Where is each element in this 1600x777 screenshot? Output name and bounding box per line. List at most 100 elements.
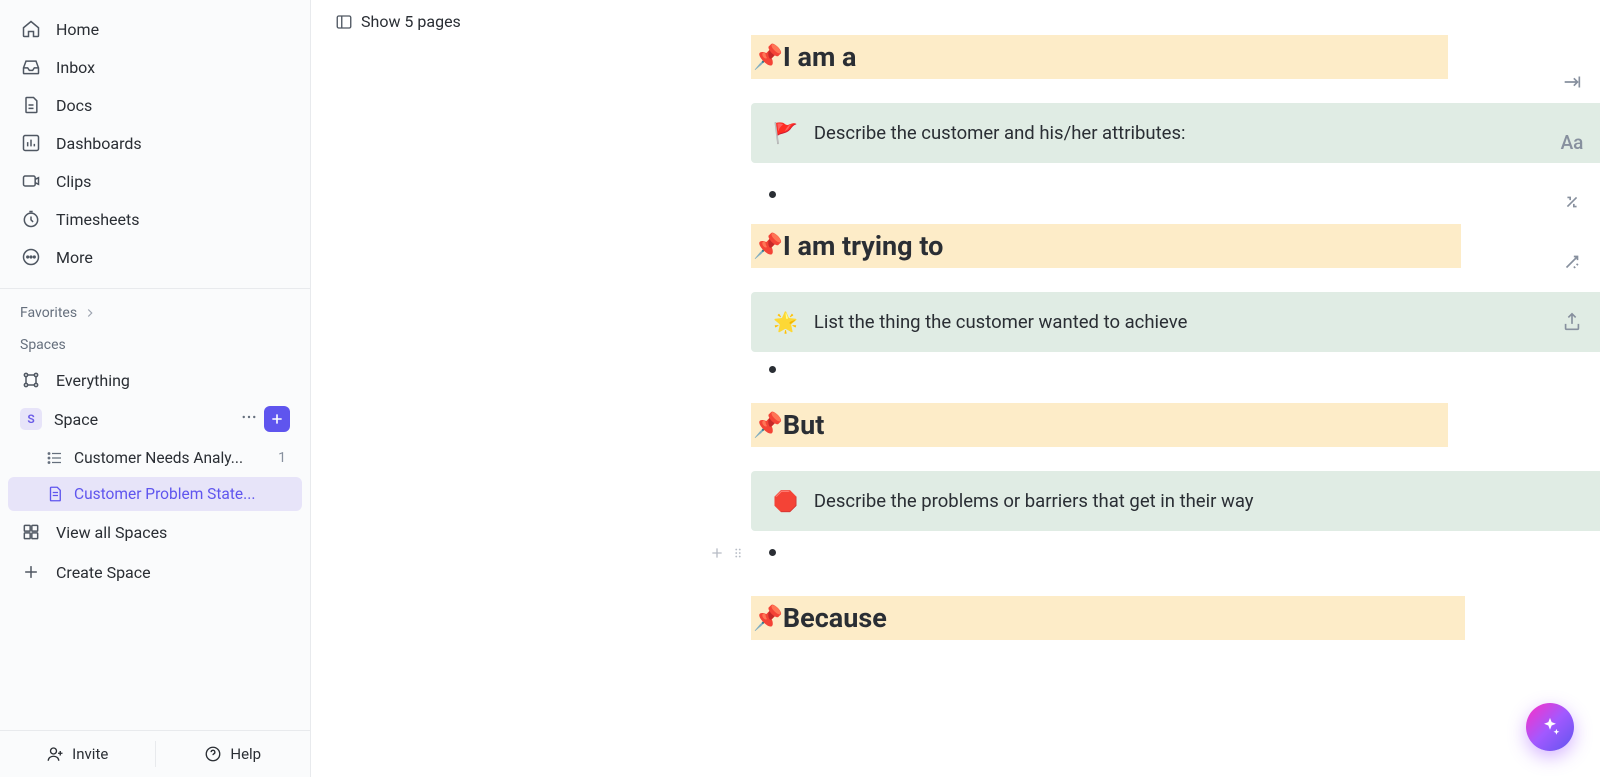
panel-icon — [335, 13, 353, 31]
nav-dashboards[interactable]: Dashboards — [8, 124, 302, 162]
doc-section-but: 📌But 🛑 Describe the problems or barriers… — [751, 403, 1600, 556]
nav-label: Home — [56, 20, 99, 39]
callout[interactable]: 🚩 Describe the customer and his/her attr… — [751, 103, 1600, 163]
doc-section-i-am-a: 📌I am a 🚩 Describe the customer and his/… — [751, 35, 1600, 198]
nav-label: Docs — [56, 96, 92, 115]
heading-text: I am trying to — [783, 230, 943, 262]
help-button[interactable]: Help — [156, 731, 311, 777]
swap-button[interactable] — [1560, 190, 1584, 214]
callout-text: Describe the customer and his/her attrib… — [814, 122, 1186, 144]
heading-text: But — [783, 409, 825, 441]
plus-icon — [20, 561, 42, 583]
space-label: Space — [54, 410, 226, 429]
collapse-button[interactable] — [1560, 70, 1584, 94]
right-rail: Aa — [1560, 70, 1584, 334]
nav-inbox[interactable]: Inbox — [8, 48, 302, 86]
nav-label: Dashboards — [56, 134, 142, 153]
tree-label: View all Spaces — [56, 523, 167, 542]
bullet-dot — [769, 191, 776, 198]
space-more-button[interactable] — [238, 406, 260, 432]
favorites-header[interactable]: Favorites — [0, 297, 310, 329]
user-plus-icon — [46, 745, 64, 763]
magic-button[interactable] — [1560, 250, 1584, 274]
star-icon: 🌟 — [773, 310, 798, 334]
sidebar-item-customer-needs[interactable]: Customer Needs Analy... 1 — [8, 441, 302, 475]
invite-label: Invite — [72, 745, 108, 763]
nav-home[interactable]: Home — [8, 10, 302, 48]
clips-icon — [20, 170, 42, 192]
sidebar-item-everything[interactable]: Everything — [8, 361, 302, 399]
grid-icon — [20, 521, 42, 543]
show-pages-toggle[interactable]: Show 5 pages — [311, 0, 1600, 35]
tree-label: Everything — [56, 371, 130, 390]
doc-section-trying-to: 📌I am trying to 🌟 List the thing the cus… — [751, 224, 1600, 373]
spaces-header[interactable]: Spaces — [0, 329, 310, 361]
tree-label: Create Space — [56, 563, 151, 582]
everything-icon — [20, 369, 42, 391]
sidebar-item-create-space[interactable]: Create Space — [8, 553, 302, 591]
pushpin-icon: 📌 — [753, 411, 783, 439]
add-block-icon[interactable] — [709, 545, 725, 561]
divider — [0, 288, 310, 289]
nav-timesheets[interactable]: Timesheets — [8, 200, 302, 238]
sparkle-icon — [1539, 716, 1561, 738]
space-badge: S — [20, 408, 42, 430]
help-icon — [204, 745, 222, 763]
inbox-icon — [20, 56, 42, 78]
doc-heading[interactable]: 📌I am trying to — [751, 224, 1461, 268]
section-label: Favorites — [20, 305, 77, 321]
doc-section-because: 📌Because — [751, 596, 1600, 640]
doc-icon — [46, 485, 64, 503]
tree-label: Customer Needs Analy... — [74, 449, 268, 467]
invite-button[interactable]: Invite — [0, 731, 155, 777]
pushpin-icon: 📌 — [753, 604, 783, 632]
tree-label: Customer Problem State... — [74, 485, 290, 503]
space-add-button[interactable] — [264, 406, 290, 432]
sidebar-footer: Invite Help — [0, 730, 310, 777]
sidebar: Home Inbox Docs Dashboards Clips Timeshe… — [0, 0, 311, 777]
sidebar-space[interactable]: S Space — [8, 399, 302, 439]
timesheets-icon — [20, 208, 42, 230]
callout[interactable]: 🛑 Describe the problems or barriers that… — [751, 471, 1600, 531]
dashboards-icon — [20, 132, 42, 154]
bullet-dot — [769, 549, 776, 556]
nav-label: More — [56, 248, 93, 267]
sidebar-item-view-all[interactable]: View all Spaces — [8, 513, 302, 551]
drag-handle-icon[interactable] — [731, 546, 745, 560]
stop-icon: 🛑 — [773, 489, 798, 513]
show-pages-label: Show 5 pages — [361, 12, 461, 31]
pushpin-icon: 📌 — [753, 232, 783, 260]
doc-heading[interactable]: 📌Because — [751, 596, 1465, 640]
docs-icon — [20, 94, 42, 116]
doc-heading[interactable]: 📌I am a — [751, 35, 1448, 79]
section-label: Spaces — [20, 337, 66, 353]
heading-text: Because — [783, 602, 887, 634]
bullet-item[interactable] — [755, 549, 1600, 556]
callout[interactable]: 🌟 List the thing the customer wanted to … — [751, 292, 1600, 352]
callout-text: Describe the problems or barriers that g… — [814, 490, 1254, 512]
sidebar-item-customer-problem[interactable]: Customer Problem State... — [8, 477, 302, 511]
chevron-right-icon — [83, 306, 97, 320]
bullet-item[interactable] — [755, 366, 1600, 373]
list-icon — [46, 449, 64, 467]
nav-label: Timesheets — [56, 210, 139, 229]
nav-docs[interactable]: Docs — [8, 86, 302, 124]
nav-more[interactable]: More — [8, 238, 302, 276]
doc-heading[interactable]: 📌But — [751, 403, 1448, 447]
bullet-item[interactable] — [755, 191, 1600, 198]
pushpin-icon: 📌 — [753, 43, 783, 71]
tree-count: 1 — [278, 450, 290, 466]
typography-button[interactable]: Aa — [1560, 130, 1584, 154]
nav-clips[interactable]: Clips — [8, 162, 302, 200]
heading-text: I am a — [783, 41, 857, 73]
help-label: Help — [230, 745, 261, 763]
home-icon — [20, 18, 42, 40]
more-icon — [20, 246, 42, 268]
main-content: Show 5 pages 📌I am a 🚩 Describe the cust… — [311, 0, 1600, 777]
callout-text: List the thing the customer wanted to ac… — [814, 311, 1187, 333]
flag-icon: 🚩 — [773, 121, 798, 145]
nav-label: Clips — [56, 172, 91, 191]
bullet-dot — [769, 366, 776, 373]
ai-fab-button[interactable] — [1526, 703, 1574, 751]
share-button[interactable] — [1560, 310, 1584, 334]
